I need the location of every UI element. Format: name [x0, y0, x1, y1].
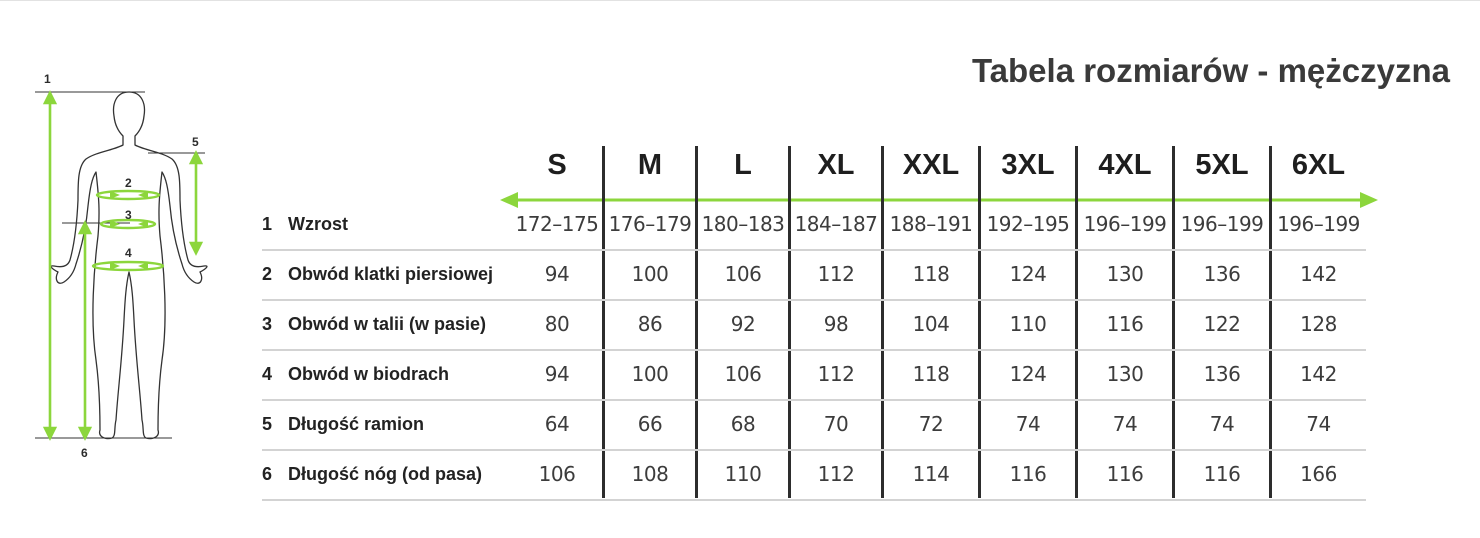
table-cell: 118	[912, 262, 950, 286]
figure-marker-2: 2	[125, 176, 132, 190]
row-number: 2	[262, 264, 273, 284]
row-number: 6	[262, 464, 273, 484]
table-cell: 66	[637, 412, 663, 436]
table-cell: 142	[1300, 362, 1337, 386]
row-label-arm-length: 5 Długość ramion	[262, 399, 424, 449]
row-number: 3	[262, 314, 273, 334]
row-label-text: Wzrost	[288, 214, 348, 234]
table-cell: 112	[817, 262, 855, 286]
table-cell: 124	[1009, 262, 1047, 286]
size-header-s: S	[547, 149, 567, 181]
table-cell: 106	[724, 262, 762, 286]
row-label-height: 1 Wzrost	[262, 199, 348, 249]
table-cell: 136	[1203, 362, 1241, 386]
table-cell: 94	[544, 262, 570, 286]
size-header-6xl: 6XL	[1291, 149, 1346, 181]
size-header-l: L	[734, 149, 752, 181]
table-cell: 108	[631, 462, 669, 486]
table-cell: 122	[1203, 312, 1241, 336]
table-cell: 98	[823, 312, 849, 336]
row-label-chest: 2 Obwód klatki piersiowej	[262, 249, 493, 299]
page-title: Tabela rozmiarów - mężczyzna	[971, 52, 1450, 89]
figure-marker-1: 1	[44, 72, 51, 86]
table-cell: 136	[1203, 262, 1241, 286]
table-cell: 80	[544, 312, 570, 336]
table-cell: 180–183	[701, 212, 785, 236]
size-header-5xl: 5XL	[1195, 149, 1249, 181]
table-cell: 72	[918, 412, 944, 436]
table-cell: 188–191	[889, 212, 973, 236]
table-cell: 114	[912, 462, 950, 486]
table-cell: 100	[631, 262, 669, 286]
table-cell: 74	[1209, 412, 1235, 436]
table-cell: 196–199	[1083, 212, 1167, 236]
table-cell: 112	[817, 362, 855, 386]
figure-marker-3: 3	[125, 208, 132, 222]
table-cell: 166	[1300, 462, 1337, 486]
size-header-m: M	[637, 149, 663, 181]
row-label-text: Obwód klatki piersiowej	[288, 264, 494, 284]
row-label-text: Obwód w biodrach	[288, 364, 449, 384]
table-cell: 196–199	[1180, 212, 1264, 236]
table-cell: 110	[724, 462, 762, 486]
table-cell: 110	[1009, 312, 1047, 336]
table-cell: 142	[1300, 262, 1337, 286]
figure-marker-4: 4	[125, 246, 132, 260]
figure-marker-6: 6	[81, 446, 88, 460]
table-cell: 130	[1106, 262, 1144, 286]
table-cell: 124	[1009, 362, 1047, 386]
table-cell: 106	[538, 462, 576, 486]
row-label-waist: 3 Obwód w talii (w pasie)	[262, 299, 486, 349]
table-cell: 112	[817, 462, 855, 486]
table-cell: 104	[912, 312, 950, 336]
table-cell: 70	[823, 412, 849, 436]
row-number: 4	[262, 364, 273, 384]
table-cell: 116	[1203, 462, 1241, 486]
table-cell: 74	[1015, 412, 1041, 436]
table-cell: 130	[1106, 362, 1144, 386]
row-label-leg-length: 6 Długość nóg (od pasa)	[262, 449, 482, 499]
table-cell: 176–179	[608, 212, 692, 236]
table-cell: 94	[544, 362, 570, 386]
size-header-xxl: XXL	[902, 149, 960, 181]
table-cell: 196–199	[1277, 212, 1360, 236]
table-cell: 116	[1106, 462, 1144, 486]
table-cell: 172–175	[515, 212, 599, 236]
row-number: 5	[262, 414, 273, 434]
row-label-hips: 4 Obwód w biodrach	[262, 349, 449, 399]
table-cell: 128	[1300, 312, 1337, 336]
row-label-text: Obwód w talii (w pasie)	[288, 314, 487, 334]
table-cell: 74	[1112, 412, 1138, 436]
table-cell: 86	[637, 312, 663, 336]
row-label-text: Długość nóg (od pasa)	[288, 464, 483, 484]
table-cell: 116	[1009, 462, 1047, 486]
table-cell: 74	[1306, 412, 1331, 436]
row-divider	[262, 499, 1366, 501]
size-header-xl: XL	[817, 149, 855, 181]
table-cell: 64	[544, 412, 570, 436]
size-header-4xl: 4XL	[1098, 149, 1152, 181]
table-cell: 192–195	[986, 212, 1070, 236]
row-number: 1	[262, 214, 273, 234]
row-label-text: Długość ramion	[288, 414, 425, 434]
table-cell: 116	[1106, 312, 1144, 336]
table-cell: 118	[912, 362, 950, 386]
table-cell: 92	[730, 312, 756, 336]
table-cell: 100	[631, 362, 669, 386]
top-divider	[0, 0, 1480, 1]
table-cell: 106	[724, 362, 762, 386]
body-diagram: 1 2 3 4 5 6	[30, 60, 230, 470]
figure-marker-5: 5	[192, 135, 199, 149]
size-header-3xl: 3XL	[1001, 149, 1055, 181]
table-cell: 68	[730, 412, 756, 436]
human-body-outline-icon	[35, 90, 208, 441]
table-cell: 184–187	[794, 212, 878, 236]
